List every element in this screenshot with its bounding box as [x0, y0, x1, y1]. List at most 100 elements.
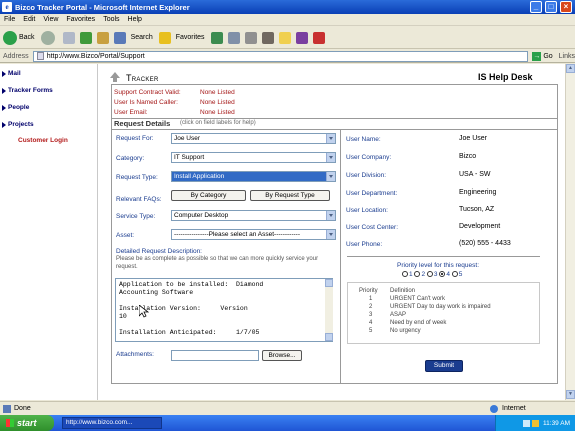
- priority-def: URGENT Day to day work is impaired: [390, 304, 491, 310]
- page-done-icon: [3, 404, 11, 413]
- priority-def: ASAP: [390, 312, 407, 318]
- go-arrow-icon: →: [532, 51, 542, 61]
- forward-button[interactable]: [40, 30, 57, 45]
- request-type-label[interactable]: Request Type:: [116, 174, 158, 181]
- asset-select[interactable]: ----------------Please select an Asset--…: [171, 229, 336, 240]
- named-caller-label: User Is Named Caller:: [114, 99, 178, 106]
- nav-tracker-forms[interactable]: Tracker Forms: [2, 87, 53, 94]
- menu-tools[interactable]: Tools: [103, 16, 119, 23]
- tray-network-icon[interactable]: [523, 419, 531, 427]
- go-button[interactable]: → Go: [532, 51, 553, 61]
- system-tray: 11:39 AM: [495, 415, 575, 431]
- faqs-label[interactable]: Relevant FAQs:: [116, 196, 162, 203]
- scroll-up-icon[interactable]: ▲: [566, 64, 575, 73]
- media-icon[interactable]: [210, 31, 223, 44]
- address-label: Address: [3, 52, 29, 60]
- attachment-input[interactable]: [171, 350, 259, 361]
- priority-title: Priority level for this request:: [397, 262, 480, 269]
- category-label[interactable]: Category:: [116, 155, 144, 162]
- messenger-icon[interactable]: [295, 31, 308, 44]
- request-for-label[interactable]: Request For:: [116, 135, 154, 142]
- user-phone-label: User Phone:: [346, 241, 383, 248]
- description-scrollbar[interactable]: [325, 279, 333, 341]
- menu-file[interactable]: File: [4, 16, 15, 23]
- menu-edit[interactable]: Edit: [23, 16, 35, 23]
- chevron-down-icon[interactable]: [326, 211, 335, 220]
- menu-bar: File Edit View Favorites Tools Help: [0, 14, 575, 26]
- stop-icon[interactable]: [62, 31, 75, 44]
- nav-mail[interactable]: Mail: [2, 70, 21, 77]
- by-category-button[interactable]: By Category: [171, 190, 246, 201]
- contract-valid-value: None Listed: [200, 89, 235, 96]
- description-label[interactable]: Detailed Request Description:: [116, 248, 202, 255]
- zone-text: Internet: [502, 405, 526, 412]
- scroll-down-icon[interactable]: ▼: [566, 390, 575, 399]
- tray-volume-icon[interactable]: [532, 419, 540, 427]
- taskbar-ie-window[interactable]: http://www.bizco.com...: [62, 417, 162, 429]
- nav-projects[interactable]: Projects: [2, 121, 34, 128]
- chevron-down-icon[interactable]: [326, 230, 335, 239]
- browse-button[interactable]: Browse...: [262, 350, 302, 361]
- nav-people[interactable]: People: [1, 104, 29, 111]
- priority-radio-5[interactable]: [451, 271, 458, 278]
- category-select[interactable]: IT Support: [171, 152, 336, 163]
- print-icon[interactable]: [244, 31, 257, 44]
- search-button[interactable]: Search: [113, 31, 153, 44]
- edit-icon[interactable]: [261, 31, 274, 44]
- links-label[interactable]: Links: [559, 53, 575, 60]
- service-type-select[interactable]: Computer Desktop: [171, 210, 336, 221]
- favorites-button[interactable]: Favorites: [158, 31, 205, 44]
- scroll-down-icon[interactable]: [325, 333, 333, 341]
- scroll-up-icon[interactable]: [325, 279, 333, 287]
- priority-num: 5: [369, 328, 373, 334]
- folder-icon[interactable]: [278, 31, 291, 44]
- forward-arrow-icon: [40, 30, 55, 45]
- user-location-value: Tucson, AZ: [459, 206, 495, 213]
- clock: 11:39 AM: [543, 419, 570, 427]
- menu-view[interactable]: View: [43, 16, 58, 23]
- home-icon[interactable]: [96, 31, 109, 44]
- attachments-label[interactable]: Attachments:: [116, 351, 154, 358]
- helpdesk-title: IS Help Desk: [478, 72, 533, 82]
- chevron-down-icon[interactable]: [326, 172, 335, 181]
- windows-flag-icon: [6, 419, 14, 427]
- close-button[interactable]: ×: [560, 1, 572, 13]
- priority-radio-group: 1 2 3 4 5: [402, 271, 462, 278]
- internet-zone-icon: [490, 404, 498, 413]
- user-cost-center-label: User Cost Center:: [346, 224, 399, 231]
- request-for-select[interactable]: Joe User: [171, 133, 336, 144]
- minimize-button[interactable]: _: [530, 1, 542, 13]
- user-phone-value: (520) 555 - 4433: [459, 240, 511, 247]
- chevron-down-icon[interactable]: [326, 134, 335, 143]
- priority-radio-2[interactable]: [414, 271, 421, 278]
- priority-radio-4[interactable]: [439, 271, 446, 278]
- search-icon: [113, 31, 126, 44]
- named-caller-value: None Listed: [200, 99, 235, 106]
- menu-favorites[interactable]: Favorites: [66, 16, 95, 23]
- request-type-select[interactable]: Install Application: [171, 171, 336, 182]
- research-icon[interactable]: [312, 31, 325, 44]
- page-scrollbar[interactable]: ▲ ▼: [565, 64, 575, 400]
- priority-def: URGENT Can't work: [390, 296, 446, 302]
- mail-icon[interactable]: [227, 31, 240, 44]
- maximize-button[interactable]: □: [545, 1, 557, 13]
- priority-radio-1[interactable]: [402, 271, 408, 278]
- customer-login-link[interactable]: Customer Login: [18, 137, 68, 144]
- submit-button[interactable]: Submit: [425, 360, 463, 372]
- chevron-down-icon[interactable]: [326, 153, 335, 162]
- refresh-icon[interactable]: [79, 31, 92, 44]
- status-bar: Done Internet: [0, 401, 575, 415]
- menu-help[interactable]: Help: [128, 16, 142, 23]
- back-button[interactable]: Back: [3, 30, 35, 45]
- definition-col-header: Definition: [390, 288, 416, 294]
- window-title: Bizco Tracker Portal - Microsoft Interne…: [15, 2, 190, 12]
- request-details-title: Request Details: [114, 119, 171, 128]
- mouse-cursor-icon: [139, 305, 149, 318]
- asset-label[interactable]: Asset:: [116, 232, 134, 239]
- priority-radio-3[interactable]: [426, 271, 433, 278]
- by-request-type-button[interactable]: By Request Type: [250, 190, 330, 201]
- start-button[interactable]: start: [0, 415, 54, 431]
- priority-col-header: Priority: [359, 288, 378, 294]
- service-type-label[interactable]: Service Type:: [116, 213, 155, 220]
- address-input[interactable]: http://www.Bizco/Portal/Support: [32, 50, 529, 62]
